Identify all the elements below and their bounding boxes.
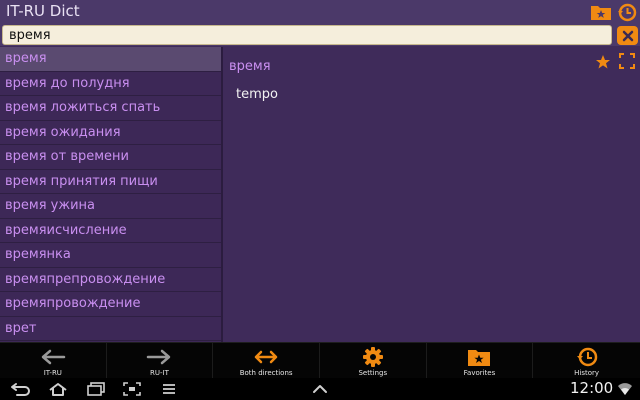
it-ru-label: IT-RU	[43, 369, 62, 377]
status-clock: 12:00	[570, 379, 614, 397]
arrow-left-right-icon	[254, 350, 278, 364]
search-row	[0, 24, 640, 46]
clock-history-icon	[576, 347, 597, 367]
folder-star-icon	[591, 6, 611, 20]
arrow-left-icon	[41, 349, 66, 365]
history-label: History	[574, 369, 600, 377]
both-directions-button[interactable]: Both directions	[213, 343, 320, 378]
list-item[interactable]: время ужина	[0, 194, 221, 219]
list-item[interactable]: времяпровождение	[0, 292, 221, 317]
list-item[interactable]: время ожидания	[0, 121, 221, 145]
headword: время	[229, 59, 271, 74]
list-item[interactable]: врет	[0, 317, 221, 341]
folder-star-icon	[468, 350, 491, 366]
wifi-status	[614, 380, 636, 398]
favorites-folder-button[interactable]	[590, 2, 612, 22]
ru-it-button[interactable]: RU-IT	[107, 343, 214, 378]
clear-search-button[interactable]	[617, 26, 638, 45]
translation-pane: время tempo	[224, 47, 640, 342]
back-button[interactable]	[8, 380, 32, 398]
menu-button[interactable]	[158, 380, 180, 398]
wifi-icon	[618, 383, 632, 395]
add-favorite-button[interactable]	[594, 53, 612, 71]
notification-expand-button[interactable]	[309, 380, 331, 398]
recent-apps-icon	[87, 382, 105, 396]
app-title: IT-RU Dict	[6, 2, 80, 20]
list-item[interactable]: времянка	[0, 243, 221, 268]
settings-label: Settings	[358, 369, 388, 377]
history-button[interactable]: History	[533, 343, 640, 378]
fullscreen-button[interactable]	[618, 52, 636, 70]
ru-it-label: RU-IT	[150, 369, 169, 377]
favorites-button[interactable]: Favorites	[427, 343, 534, 378]
search-input[interactable]	[2, 25, 612, 45]
list-item[interactable]: время ложиться спать	[0, 96, 221, 121]
home-icon	[49, 383, 67, 396]
favorites-label: Favorites	[463, 369, 496, 377]
list-item[interactable]: время принятия пищи	[0, 170, 221, 194]
settings-button[interactable]: Settings	[320, 343, 427, 378]
history-button-top[interactable]	[616, 2, 638, 22]
star-icon	[596, 55, 610, 69]
gear-icon	[362, 347, 383, 367]
action-bar: IT-RU RU-IT Both directions Settings Fav…	[0, 342, 640, 378]
list-item[interactable]: время	[0, 47, 221, 72]
app-window: IT-RU Dict время время до полудня вре	[0, 0, 640, 400]
translation-text: tempo	[236, 87, 278, 102]
both-directions-label: Both directions	[239, 369, 293, 377]
recent-apps-button[interactable]	[84, 380, 108, 398]
list-item[interactable]: времяисчисление	[0, 219, 221, 243]
list-item[interactable]: время до полудня	[0, 72, 221, 96]
clock-history-icon	[618, 3, 637, 22]
screenshot-button[interactable]	[121, 380, 143, 398]
menu-icon	[163, 384, 175, 394]
fullscreen-icon	[619, 53, 635, 69]
system-nav-bar: 12:00	[0, 378, 640, 400]
screenshot-icon	[123, 382, 141, 396]
clear-icon	[622, 30, 633, 41]
list-item[interactable]: времяпрепровождение	[0, 268, 221, 292]
list-item[interactable]: время от времени	[0, 145, 221, 170]
arrow-right-icon	[147, 349, 171, 365]
home-button[interactable]	[46, 380, 70, 398]
word-list: время время до полудня время ложиться сп…	[0, 47, 223, 342]
back-icon	[11, 383, 30, 396]
title-bar: IT-RU Dict	[0, 0, 640, 24]
chevron-up-icon	[313, 385, 327, 393]
it-ru-button[interactable]: IT-RU	[0, 343, 107, 378]
